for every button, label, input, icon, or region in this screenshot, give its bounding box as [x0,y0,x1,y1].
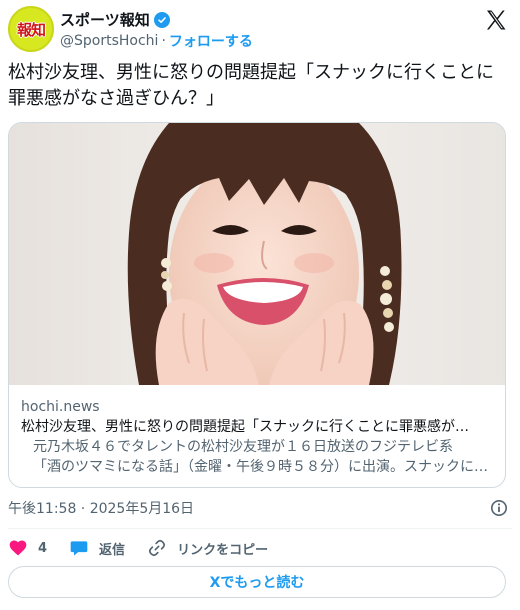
handle[interactable]: @SportsHochi [60,33,158,49]
article-photo [9,123,505,385]
follow-button[interactable]: フォローする [169,31,253,51]
display-name[interactable]: スポーツ報知 [60,9,150,30]
reply-icon [70,541,88,556]
tweet-embed: 報知 スポーツ報知 @SportsHochi · フォローする 松村沙友理、男性… [0,0,520,610]
divider [8,528,512,529]
action-bar: 4 返信 リンクをコピー [8,536,512,560]
read-more-button[interactable]: Xでもっと読む [8,566,506,598]
copy-link-button[interactable]: リンクをコピー [147,538,268,558]
link-description-line-1: 元乃木坂４６でタレントの松村沙友理が１６日放送のフジテレビ系 [33,439,453,455]
copy-link-label: リンクをコピー [177,542,269,558]
like-count: 4 [38,540,48,556]
verified-badge-icon [153,11,170,28]
link-card[interactable]: hochi.news 松村沙友理、男性に怒りの問題提起「スナックに行くことに罪悪… [8,122,506,488]
x-logo-icon[interactable] [484,8,508,32]
link-description-line-2: 「酒のツマミになる話」（金曜・午後９時５８分）に出演。スナックに… [33,459,488,475]
link-domain: hochi.news [21,399,100,415]
like-button[interactable]: 4 [8,538,47,558]
name-row: スポーツ報知 [60,9,170,30]
handle-row: @SportsHochi · フォローする [60,31,253,51]
info-icon[interactable] [490,499,508,517]
avatar-logo-text: 報知 [16,20,46,39]
link-title: 松村沙友理、男性に怒りの問題提起「スナックに行くことに罪悪感が… [21,419,469,435]
tweet-text: 松村沙友理、男性に怒りの問題提起「スナックに行くことに罪悪感がなさ過ぎひん？」 [8,62,494,109]
timestamp-row: 午後11:58 · 2025年5月16日 [8,498,512,520]
timestamp[interactable]: 午後11:58 · 2025年5月16日 [8,501,194,517]
heart-icon [9,540,27,556]
link-icon [149,539,166,557]
separator-dot: · [161,33,166,49]
avatar[interactable]: 報知 [8,6,54,52]
tweet-header: 報知 スポーツ報知 @SportsHochi · フォローする [8,6,512,54]
reply-label: 返信 [99,542,126,558]
reply-button[interactable]: 返信 [69,538,125,558]
link-card-meta: hochi.news 松村沙友理、男性に怒りの問題提起「スナックに行くことに罪悪… [21,397,497,477]
